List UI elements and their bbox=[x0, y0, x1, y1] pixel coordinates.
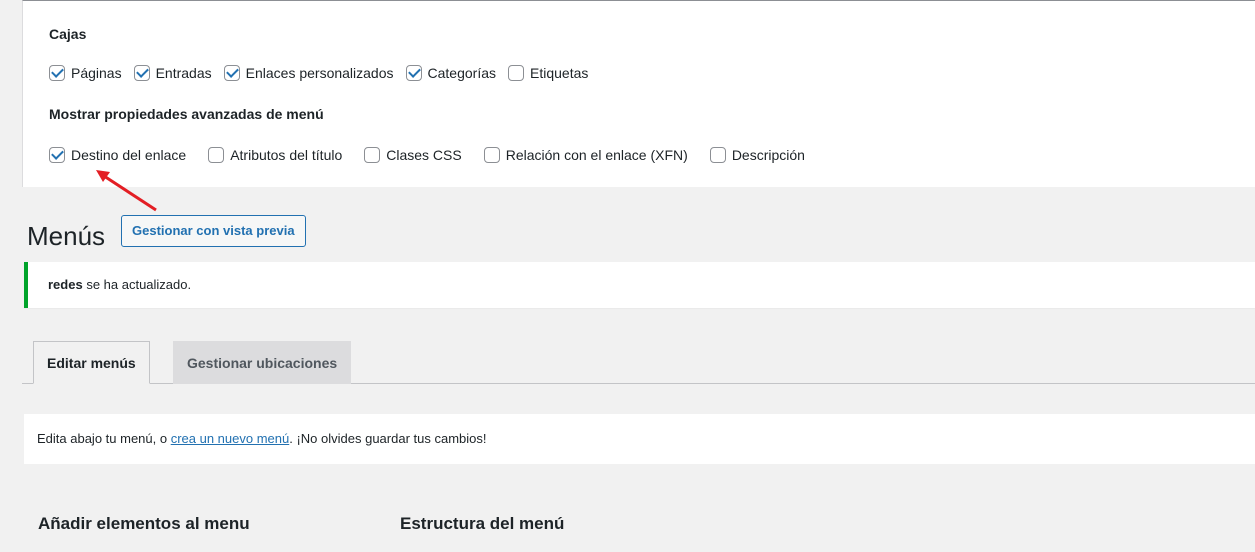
add-items-heading: Añadir elementos al menu bbox=[38, 514, 250, 533]
manage-text-before: Edita abajo tu menú, o bbox=[37, 431, 171, 446]
checkbox-label: Relación con el enlace (XFN) bbox=[505, 147, 688, 163]
checkbox-checked-icon[interactable] bbox=[49, 147, 65, 163]
checkbox-etiquetas[interactable]: Etiquetas bbox=[508, 65, 588, 81]
boxes-heading: Cajas bbox=[49, 26, 87, 42]
menu-structure-heading: Estructura del menú bbox=[400, 514, 565, 533]
checkbox-label: Etiquetas bbox=[530, 65, 589, 81]
tab-manage-locations[interactable]: Gestionar ubicaciones bbox=[173, 341, 352, 384]
manage-with-preview-button[interactable]: Gestionar con vista previa bbox=[121, 215, 306, 247]
checkbox-clases-css[interactable]: Clases CSS bbox=[364, 147, 462, 163]
annotation-arrow-icon bbox=[96, 170, 157, 212]
checkbox-label: Atributos del título bbox=[230, 147, 343, 163]
checkbox-checked-icon[interactable] bbox=[405, 65, 422, 81]
checkbox-unchecked-icon[interactable] bbox=[208, 147, 225, 163]
checkbox-unchecked-icon[interactable] bbox=[508, 65, 524, 81]
advanced-heading: Mostrar propiedades avanzadas de menú bbox=[49, 106, 324, 122]
screen-options-panel: Cajas Páginas Entradas Enlaces personali… bbox=[22, 0, 1255, 187]
manage-text-after: . ¡No olvides guardar tus cambios! bbox=[289, 431, 487, 446]
checkbox-unchecked-icon[interactable] bbox=[483, 147, 500, 163]
checkbox-checked-icon[interactable] bbox=[133, 65, 150, 81]
tab-edit-menus[interactable]: Editar menús bbox=[33, 341, 150, 384]
checkbox-checked-icon[interactable] bbox=[223, 65, 240, 81]
checkbox-destino-enlace[interactable]: Destino del enlace bbox=[49, 147, 186, 163]
boxes-checkbox-row: Páginas Entradas Enlaces personalizados … bbox=[49, 65, 600, 81]
page-title: Menús bbox=[27, 221, 106, 251]
notice-menu-name: redes bbox=[48, 277, 83, 292]
advanced-checkbox-row: Destino del enlace Atributos del título … bbox=[49, 147, 817, 163]
checkbox-categorias[interactable]: Categorías bbox=[405, 65, 496, 81]
checkbox-entradas[interactable]: Entradas bbox=[133, 65, 212, 81]
checkbox-atributos-titulo[interactable]: Atributos del título bbox=[208, 147, 342, 163]
checkbox-checked-icon[interactable] bbox=[49, 65, 65, 81]
checkbox-label: Categorías bbox=[427, 65, 496, 81]
update-notice: redes se ha actualizado. bbox=[24, 262, 1255, 308]
checkbox-unchecked-icon[interactable] bbox=[709, 147, 726, 163]
checkbox-enlaces-personalizados[interactable]: Enlaces personalizados bbox=[223, 65, 394, 81]
checkbox-label: Entradas bbox=[155, 65, 212, 81]
nav-tabs: Editar menús Gestionar ubicaciones bbox=[22, 341, 1255, 384]
checkbox-label: Clases CSS bbox=[386, 147, 462, 163]
checkbox-label: Páginas bbox=[71, 65, 122, 81]
manage-menus-bar: Edita abajo tu menú, o crea un nuevo men… bbox=[24, 414, 1255, 464]
checkbox-descripcion[interactable]: Descripción bbox=[709, 147, 805, 163]
checkbox-label: Descripción bbox=[731, 147, 805, 163]
checkbox-label: Enlaces personalizados bbox=[245, 65, 394, 81]
checkbox-relacion-xfn[interactable]: Relación con el enlace (XFN) bbox=[483, 147, 688, 163]
notice-message: se ha actualizado. bbox=[82, 277, 192, 292]
create-new-menu-link[interactable]: crea un nuevo menú bbox=[171, 431, 290, 446]
checkbox-label: Destino del enlace bbox=[71, 147, 187, 163]
checkbox-paginas[interactable]: Páginas bbox=[49, 65, 122, 81]
checkbox-unchecked-icon[interactable] bbox=[364, 147, 381, 163]
